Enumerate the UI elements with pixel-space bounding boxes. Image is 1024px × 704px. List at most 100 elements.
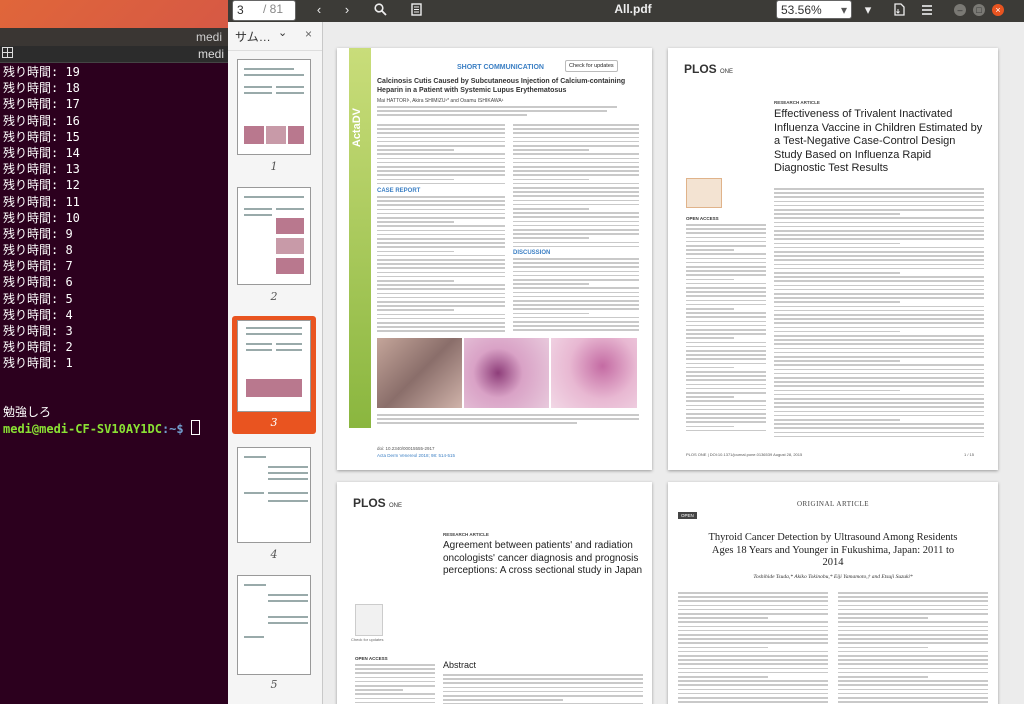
minimize-button[interactable]: – [954, 4, 966, 16]
text-line [686, 299, 766, 302]
countdown-line: 残り時間: 13 [3, 162, 80, 177]
text-line [774, 267, 984, 270]
text-line [513, 304, 639, 306]
text-line [686, 429, 766, 432]
terminal-titlebar[interactable]: medi [0, 28, 228, 46]
thumbnail-page-4[interactable]: 4 [232, 444, 316, 562]
text-line [686, 224, 766, 226]
article-title: Effectiveness of Trivalent Inactivated I… [774, 108, 983, 174]
text-line [686, 308, 734, 310]
countdown-line: 残り時間: 2 [3, 340, 73, 355]
section-label: SHORT COMMUNICATION [457, 64, 544, 71]
text-line [377, 225, 505, 227]
text-line [838, 629, 988, 632]
save-button[interactable] [888, 0, 910, 20]
thumbnail-page-1[interactable]: 1 [232, 56, 316, 176]
countdown-line: 残り時間: 9 [3, 226, 73, 241]
maximize-button[interactable]: □ [973, 4, 985, 16]
text-line [513, 283, 589, 285]
close-button[interactable]: × [992, 4, 1004, 16]
pdf-viewer-window[interactable]: / 81 ‹ › All.pdf 53.56% ▾ ▾ – □ × サム… ⌄ … [228, 0, 1024, 704]
text-line [838, 659, 988, 661]
text-line [686, 387, 766, 390]
thumbnail-page-5[interactable]: 5 [232, 572, 316, 692]
text-line [513, 199, 639, 202]
text-line [774, 221, 984, 224]
text-line [774, 356, 984, 358]
terminal-window[interactable]: medi medi 残り時間: 19 残り時間: 18 残り時間: 17 残り時間: … [0, 28, 228, 704]
text-line [377, 233, 505, 236]
text-line [513, 233, 639, 235]
chevron-down-icon[interactable]: ⌄ [278, 26, 287, 39]
text-line [774, 301, 900, 303]
text-line [678, 663, 828, 665]
document-view[interactable]: ActaDV SHORT COMMUNICATION Check for upd… [323, 22, 1024, 704]
terminal-tabbar[interactable]: medi [0, 46, 228, 63]
text-line [678, 688, 828, 691]
view-options-button[interactable]: ▾ [858, 0, 878, 20]
thumbnail-sidebar[interactable]: サム… ⌄ × 1 2 3 4 5 [228, 22, 323, 704]
text-line [838, 692, 988, 695]
text-line [377, 204, 505, 206]
text-line [678, 692, 828, 695]
check-updates-icon[interactable] [355, 604, 383, 636]
text-line [774, 414, 984, 417]
text-line [513, 329, 639, 331]
text-line [686, 257, 766, 260]
text-line [774, 305, 984, 308]
text-line [838, 613, 988, 615]
text-line [774, 389, 900, 392]
countdown-line: 残り時間: 1 [3, 356, 73, 371]
previous-page-button[interactable]: ‹ [308, 0, 330, 20]
search-button[interactable] [368, 0, 392, 20]
zoom-selector[interactable]: 53.56% ▾ [776, 0, 852, 19]
text-line [686, 366, 734, 369]
text-line [678, 592, 828, 594]
countdown-line: 残り時間: 7 [3, 259, 73, 274]
text-line [686, 333, 766, 335]
text-line [678, 634, 828, 636]
text-line [355, 689, 403, 691]
text-line [678, 650, 828, 653]
open-access-label: OPEN ACCESS [686, 216, 719, 221]
sidebar-mode-label[interactable]: サム… [235, 28, 271, 45]
thumbnail-page-2[interactable]: 2 [232, 184, 316, 306]
next-page-button[interactable]: › [336, 0, 358, 20]
text-line [377, 317, 505, 320]
text-line [686, 417, 766, 419]
text-line [774, 330, 900, 333]
check-updates-badge[interactable]: Check for updates [565, 60, 618, 72]
text-line [774, 255, 984, 257]
text-line [774, 234, 984, 236]
document-icon [410, 3, 422, 16]
page-number-entry[interactable]: / 81 [232, 0, 296, 21]
text-line [774, 242, 900, 245]
article-title: Calcinosis Cutis Caused by Subcutaneous … [377, 78, 626, 94]
text-line [377, 229, 505, 232]
text-line [774, 204, 984, 207]
menu-button[interactable] [916, 0, 938, 20]
text-line [513, 312, 589, 315]
text-line [443, 682, 643, 684]
shell-prompt[interactable]: medi@medi-CF-SV10AY1DC:~$ [3, 420, 225, 436]
annotations-button[interactable] [404, 0, 428, 20]
text-line [443, 674, 643, 676]
page-number-input[interactable] [235, 2, 263, 17]
close-sidebar-icon[interactable]: × [305, 27, 312, 41]
terminal-tab-label[interactable]: medi [198, 46, 224, 62]
terminal-output[interactable]: 残り時間: 19 残り時間: 18 残り時間: 17 残り時間: 16 残り時間: 15… [0, 63, 228, 437]
text-line [774, 335, 984, 337]
text-line [686, 404, 766, 407]
text-line [513, 316, 639, 319]
thumbnail-page-3[interactable]: 3 [232, 316, 316, 434]
text-line [377, 161, 505, 164]
doi-label: doi: 10.2340/00015555-2917 [377, 446, 435, 451]
text-line [678, 697, 828, 699]
text-line [513, 300, 639, 302]
text-line [678, 600, 828, 602]
histology-image [551, 338, 637, 408]
text-line [838, 596, 988, 598]
tab-overview-icon[interactable] [2, 47, 13, 58]
viewer-headerbar[interactable]: / 81 ‹ › All.pdf 53.56% ▾ ▾ – □ × [228, 0, 1024, 22]
text-line [513, 291, 639, 294]
